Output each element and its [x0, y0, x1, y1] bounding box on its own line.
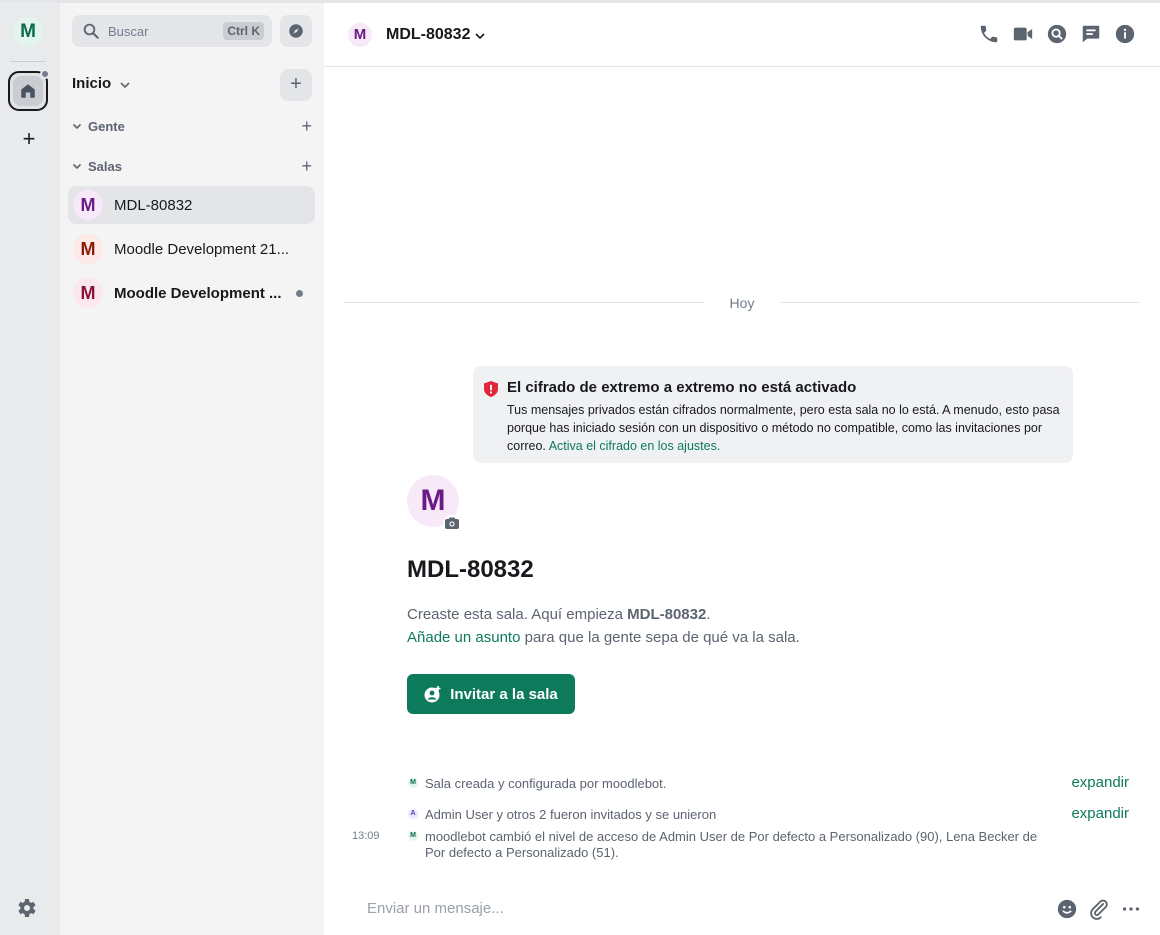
date-separator-label: Hoy — [729, 295, 755, 311]
encryption-warning-body: Tus mensajes privados están cifrados nor… — [507, 403, 1060, 453]
room-intro-title: MDL-80832 — [407, 556, 534, 583]
event-timestamp: 13:09 — [352, 830, 380, 842]
search-button[interactable]: Buscar Ctrl K — [72, 15, 272, 47]
invite-button-label: Invitar a la sala — [450, 685, 558, 703]
space-avatar[interactable]: M — [13, 17, 43, 47]
room-item-moodle-dev-21[interactable]: M Moodle Development 21... — [68, 230, 315, 268]
chevron-down-icon — [72, 163, 82, 170]
date-separator: Hoy — [344, 293, 1140, 313]
chevron-down-icon — [72, 123, 82, 130]
event-text: moodlebot cambió el nivel de acceso de A… — [425, 829, 1038, 860]
room-view: M MDL-80832 Hoy El cifrado de extremo a … — [324, 3, 1160, 935]
voice-call-icon[interactable] — [978, 23, 1000, 45]
add-topic-link[interactable]: Añade un asunto — [407, 629, 520, 646]
add-room-section-button[interactable]: + — [301, 156, 312, 177]
room-info-icon[interactable] — [1114, 23, 1136, 45]
create-space-button[interactable]: + — [18, 128, 40, 150]
search-placeholder: Buscar — [108, 23, 149, 39]
room-header: M MDL-80832 — [324, 3, 1160, 67]
event-avatar: M — [408, 831, 418, 841]
compass-icon — [289, 24, 303, 38]
home-header-button[interactable]: Inicio — [72, 75, 131, 92]
event-text: Sala creada y configurada por moodlebot. — [425, 776, 667, 791]
space-bar: M + — [0, 3, 60, 935]
explore-rooms-button[interactable] — [280, 15, 312, 47]
room-intro-text: Creaste esta sala. Aquí empieza MDL-8083… — [407, 606, 800, 646]
search-shortcut: Ctrl K — [223, 22, 264, 40]
room-header-title[interactable]: MDL-80832 — [386, 26, 470, 44]
room-name: MDL-80832 — [114, 196, 193, 214]
home-notification-dot — [40, 69, 50, 79]
room-item-moodle-dev[interactable]: M Moodle Development ... — [68, 274, 315, 312]
room-name: Moodle Development 21... — [114, 240, 290, 258]
room-avatar: M — [73, 278, 103, 308]
timeline-event: M Sala creada y configurada por moodlebo… — [408, 776, 666, 791]
message-composer: Enviar un mensaje... — [324, 883, 1160, 935]
encryption-warning: El cifrado de extremo a extremo no está … — [473, 366, 1073, 463]
search-icon[interactable] — [1046, 23, 1068, 45]
home-title: Inicio — [72, 75, 112, 92]
more-options-icon[interactable] — [1120, 898, 1142, 920]
home-space-button[interactable] — [8, 69, 50, 111]
room-header-actions — [978, 23, 1136, 45]
event-text: Admin User y otros 2 fueron invitados y … — [425, 807, 717, 822]
attachment-icon[interactable] — [1088, 898, 1110, 920]
section-people[interactable]: Gente + — [72, 116, 312, 137]
timeline-event: M moodlebot cambió el nivel de acceso de… — [408, 829, 1048, 861]
encryption-warning-title: El cifrado de extremo a extremo no está … — [507, 379, 857, 396]
shield-alert-icon — [484, 381, 498, 397]
timeline-event: A Admin User y otros 2 fueron invitados … — [408, 807, 716, 822]
room-list-panel: Buscar Ctrl K Inicio + Gente + Salas + M… — [60, 3, 324, 935]
camera-icon[interactable] — [443, 515, 461, 531]
home-icon — [21, 84, 35, 98]
threads-icon[interactable] — [1080, 23, 1102, 45]
expand-link[interactable]: expandir — [1071, 805, 1129, 822]
event-avatar: M — [408, 778, 418, 788]
section-rooms[interactable]: Salas + — [72, 156, 312, 177]
room-name: Moodle Development ... — [114, 284, 282, 302]
chevron-down-icon — [120, 81, 130, 88]
add-room-button[interactable]: + — [280, 69, 312, 101]
emoji-icon[interactable] — [1056, 898, 1078, 920]
expand-link[interactable]: expandir — [1071, 774, 1129, 791]
chevron-down-icon[interactable] — [474, 32, 486, 40]
room-header-avatar[interactable]: M — [348, 22, 372, 47]
room-avatar: M — [73, 234, 103, 264]
add-person-button[interactable]: + — [301, 116, 312, 137]
room-item-mdl-80832[interactable]: M MDL-80832 — [68, 186, 315, 224]
search-icon — [83, 23, 99, 39]
space-divider — [10, 61, 46, 62]
event-avatar: A — [408, 809, 418, 819]
unread-dot — [296, 289, 303, 297]
section-label: Gente — [88, 119, 125, 134]
gear-icon — [18, 899, 36, 917]
room-avatar: M — [73, 190, 103, 220]
add-user-icon — [424, 686, 441, 703]
video-call-icon[interactable] — [1012, 23, 1034, 45]
quick-settings-button[interactable] — [14, 896, 38, 920]
message-input[interactable]: Enviar un mensaje... — [367, 900, 504, 917]
invite-button[interactable]: Invitar a la sala — [407, 674, 575, 714]
section-label: Salas — [88, 159, 122, 174]
enable-encryption-link[interactable]: Activa el cifrado en los ajustes. — [549, 439, 721, 453]
composer-actions — [1056, 898, 1142, 920]
